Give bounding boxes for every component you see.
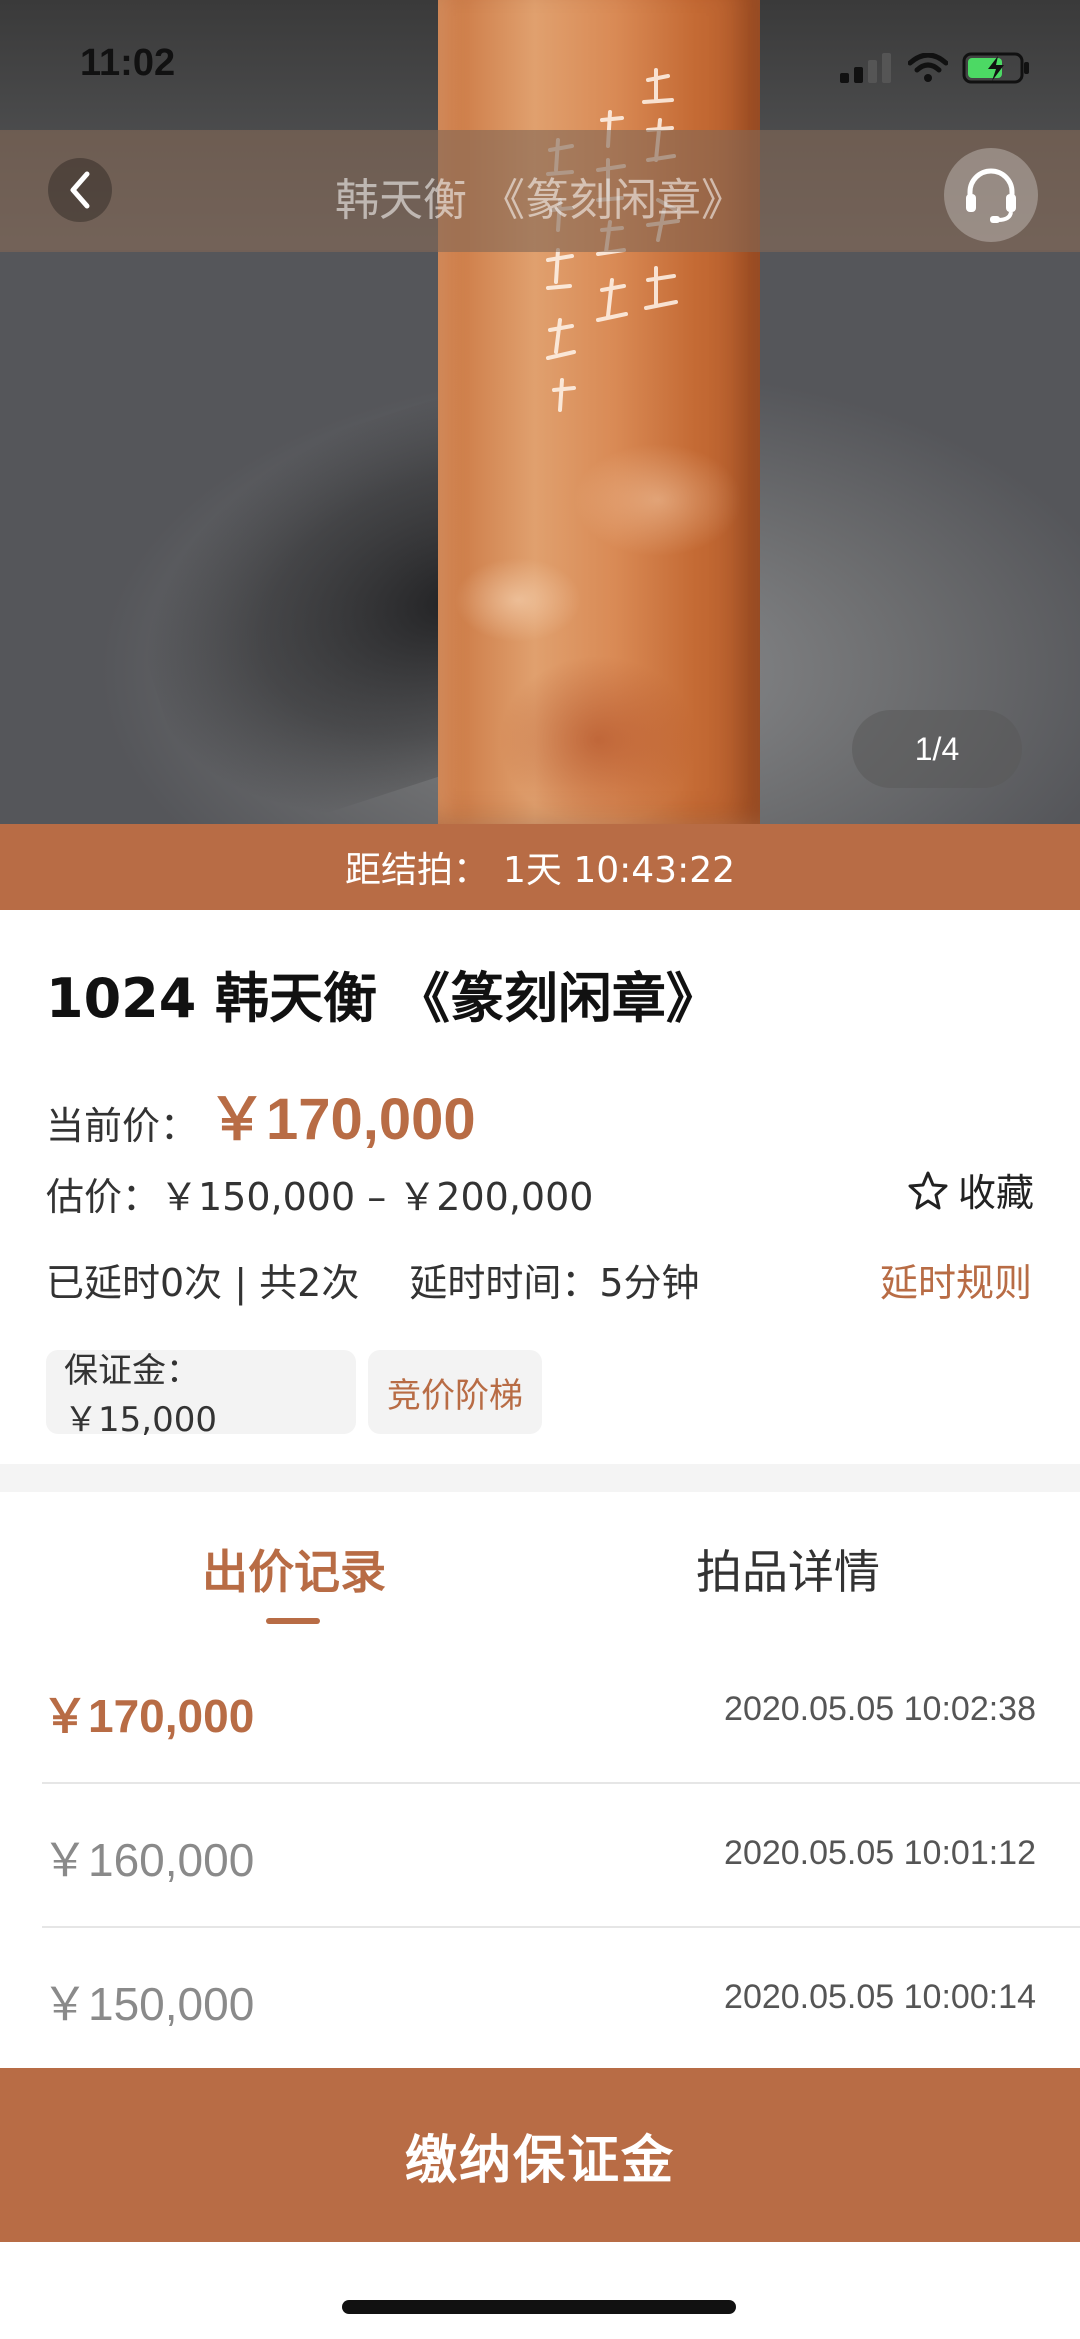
countdown-label: 距结拍： [344, 850, 489, 891]
extension-time: 延时时间：5分钟 [409, 1261, 700, 1305]
tab-bid-records[interactable]: 出价记录 [202, 1536, 386, 1602]
bid-record-row: ￥150,000 2020.05.05 10:00:14 [42, 1928, 1080, 2072]
extension-info: 已延时0次 | 共2次 延时时间：5分钟 [46, 1252, 700, 1307]
current-price-row: 当前价： ￥170,000 [46, 1072, 476, 1156]
bid-time: 2020.05.05 10:02:38 [724, 1690, 1036, 1728]
nav-title: 韩天衡 《篆刻闲章》 [335, 175, 745, 226]
deposit-chip: 保证金：￥15,000 [46, 1350, 356, 1440]
countdown-value: 1天 10:43:22 [502, 850, 736, 891]
tab-lot-details[interactable]: 拍品详情 [696, 1536, 880, 1602]
navigation-bar: 韩天衡 《篆刻闲章》 [0, 130, 1080, 252]
bid-amount: ￥150,000 [42, 1978, 255, 2030]
favorite-button[interactable]: 收藏 [908, 1162, 1034, 1217]
status-time: 11:02 [80, 42, 176, 84]
system-icons [840, 48, 1032, 88]
bid-record-row: ￥160,000 2020.05.05 10:01:12 [42, 1784, 1080, 1928]
bid-amount: ￥170,000 [42, 1690, 255, 1742]
section-divider [0, 1464, 1080, 1492]
pay-deposit-button[interactable]: 缴纳保证金 [0, 2068, 1080, 2242]
bid-record-row: ￥170,000 2020.05.05 10:02:38 [42, 1640, 1080, 1784]
bid-time: 2020.05.05 10:01:12 [724, 1834, 1036, 1872]
star-outline-icon [908, 1171, 948, 1209]
bid-time: 2020.05.05 10:00:14 [724, 1978, 1036, 2016]
status-bar: 11:02 [0, 0, 1080, 130]
favorite-label: 收藏 [957, 1171, 1034, 1215]
image-page-indicator: 1/4 [852, 710, 1022, 788]
active-tab-indicator [266, 1618, 320, 1624]
bid-amount: ￥160,000 [42, 1834, 255, 1886]
lot-title: 1024 韩天衡 《篆刻闲章》 [46, 967, 720, 1030]
extension-count: 已延时0次 | 共2次 [46, 1261, 360, 1305]
extension-rule-link[interactable]: 延时规则 [880, 1252, 1032, 1307]
auction-countdown-bar: 距结拍： 1天 10:43:22 [0, 824, 1080, 910]
cellular-signal-icon [840, 53, 891, 83]
wifi-icon [908, 53, 948, 82]
bid-ladder-button[interactable]: 竞价阶梯 [368, 1350, 542, 1434]
current-price-label: 当前价： [46, 1104, 199, 1148]
customer-service-button[interactable] [944, 148, 1038, 242]
current-price-value: ￥170,000 [208, 1087, 476, 1152]
estimate-range: 估价：￥150,000 – ￥200,000 [46, 1175, 594, 1219]
battery-charging-icon [962, 52, 1029, 84]
home-indicator [342, 2300, 736, 2314]
headset-icon [966, 168, 1016, 223]
